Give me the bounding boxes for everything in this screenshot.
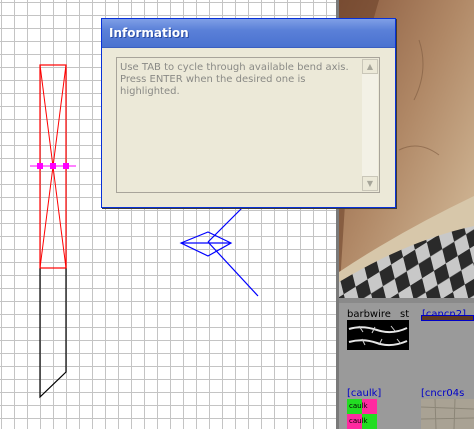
scroll-up-arrow-icon[interactable]: ▲ <box>362 59 378 74</box>
dialog-message: Use TAB to cycle through available bend … <box>120 62 362 98</box>
dialog-title: Information <box>109 26 189 40</box>
texture-browser[interactable]: barbwire st [cancn2] [caulk] [cncr04s ca… <box>339 303 474 429</box>
texture-label-cncr04s: [cncr04s <box>421 388 465 399</box>
barbwire-pattern <box>348 325 408 347</box>
scroll-down-arrow-icon[interactable]: ▼ <box>362 176 378 191</box>
texture-thumb-cancn2[interactable] <box>421 315 474 321</box>
message-scrollbar[interactable]: ▲ ▼ <box>362 59 378 191</box>
message-line: highlighted. <box>120 86 180 97</box>
message-line: Press ENTER when the desired one is <box>120 74 306 85</box>
texture-label-barbwire: barbwire <box>347 309 391 320</box>
texture-thumb-cncr04s[interactable] <box>420 398 474 429</box>
message-line: Use TAB to cycle through available bend … <box>120 62 349 73</box>
texture-thumb-caulk[interactable]: caulk caulk <box>347 399 377 429</box>
texture-label-caulk: [caulk] <box>347 388 382 399</box>
dialog-titlebar[interactable]: Information <box>102 19 395 48</box>
bend-tool-gizmo[interactable] <box>179 205 259 297</box>
concrete-pattern <box>420 398 474 429</box>
information-dialog[interactable]: Information Use TAB to cycle through ava… <box>101 18 396 208</box>
caulk-thumb-caption: caulk <box>349 402 368 410</box>
caulk-thumb-caption: caulk <box>349 417 368 425</box>
message-textbox[interactable]: Use TAB to cycle through available bend … <box>116 57 380 193</box>
texture-label-st: st <box>400 309 410 320</box>
texture-thumb-barbwire[interactable] <box>347 320 409 350</box>
brush-outline[interactable] <box>39 268 67 399</box>
